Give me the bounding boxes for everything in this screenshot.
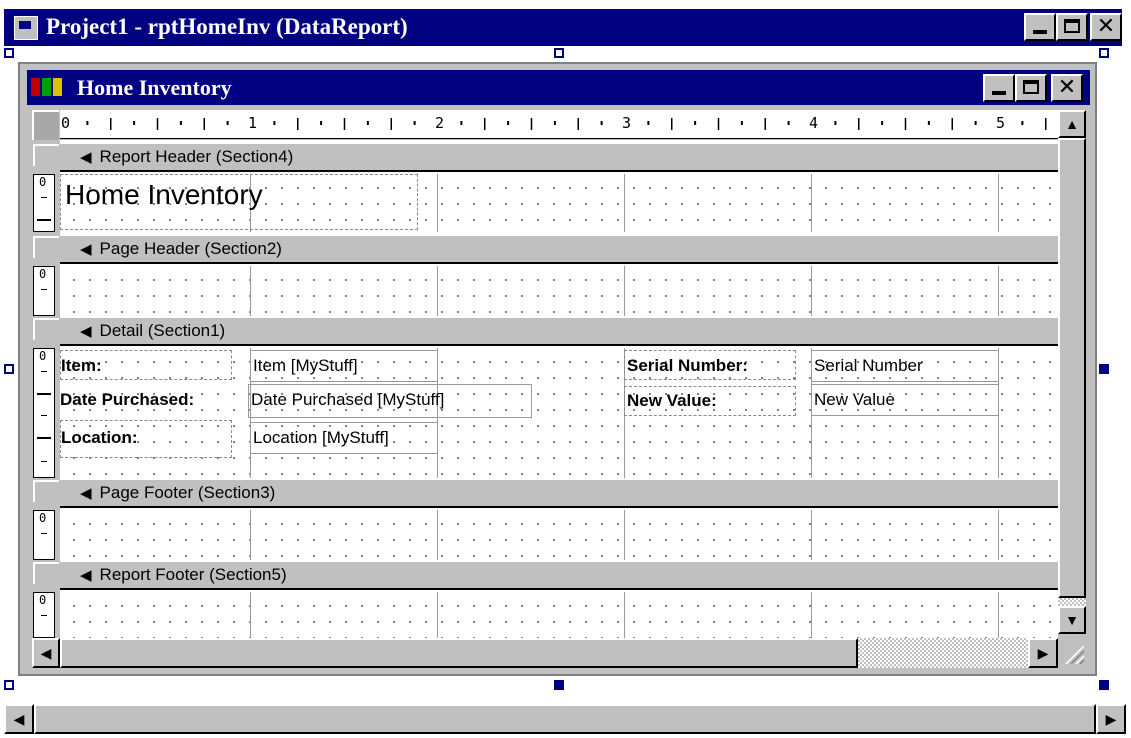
scroll-down-icon: ▼ bbox=[1065, 612, 1079, 628]
scroll-left-icon: ◀ bbox=[40, 645, 52, 661]
outer-horizontal-scrollbar[interactable]: ◀ ▶ bbox=[4, 704, 1126, 734]
scroll-left-button[interactable]: ◀ bbox=[32, 638, 60, 668]
size-grip-icon bbox=[1065, 645, 1085, 665]
report-canvas: ◀ Report Header (Section4) Home Inventory… bbox=[60, 140, 1058, 638]
inner-minimize-button[interactable] bbox=[983, 74, 1015, 102]
outer-maximize-button[interactable] bbox=[1056, 13, 1088, 41]
vertical-ruler-report-footer: 0 bbox=[33, 592, 55, 638]
scroll-left-icon: ◀ bbox=[13, 711, 25, 727]
section-body-page-header[interactable] bbox=[60, 266, 1058, 316]
resize-handle-right[interactable] bbox=[1099, 364, 1109, 374]
resize-handle-bottom[interactable] bbox=[554, 680, 564, 690]
ruler-label: 5 bbox=[996, 114, 1005, 132]
report-title-label[interactable]: Home Inventory bbox=[60, 174, 418, 230]
close-icon: ✕ bbox=[1057, 75, 1077, 100]
section-arrow-icon: ◀ bbox=[80, 485, 92, 502]
outer-scroll-left-button[interactable]: ◀ bbox=[4, 704, 34, 734]
vertical-ruler-report-header: 0 bbox=[33, 174, 55, 232]
section-body-page-footer[interactable] bbox=[60, 510, 1058, 560]
minimize-icon bbox=[992, 91, 1006, 95]
scroll-right-button[interactable]: ▶ bbox=[1028, 638, 1058, 668]
resize-handle-left[interactable] bbox=[4, 364, 14, 374]
vertical-scroll-thumb[interactable] bbox=[1058, 138, 1086, 598]
section-label: Detail (Section1) bbox=[99, 321, 226, 340]
report-icon[interactable] bbox=[31, 78, 65, 96]
outer-close-button[interactable]: ✕ bbox=[1090, 13, 1122, 41]
section-body-report-header[interactable]: Home Inventory bbox=[60, 174, 1058, 232]
section-grip-report-header[interactable] bbox=[33, 144, 59, 166]
section-label: Page Header (Section2) bbox=[99, 239, 282, 258]
section-grip-detail[interactable] bbox=[33, 318, 59, 340]
section-body-report-footer[interactable] bbox=[60, 592, 1058, 638]
section-arrow-icon: ◀ bbox=[80, 323, 92, 340]
maximize-icon bbox=[1064, 19, 1080, 33]
section-bar-page-footer[interactable]: ◀ Page Footer (Section3) bbox=[60, 480, 1058, 508]
new-value-field[interactable]: New Value bbox=[811, 384, 999, 416]
scroll-right-icon: ▶ bbox=[1037, 645, 1049, 661]
inner-window-title: Home Inventory bbox=[77, 75, 232, 100]
horizontal-ruler: 0 1 2 3 4 5 bbox=[60, 110, 1058, 139]
section-label: Report Footer (Section5) bbox=[99, 565, 287, 584]
outer-window-title: Project1 - rptHomeInv (DataReport) bbox=[46, 14, 408, 39]
inner-maximize-button[interactable] bbox=[1015, 74, 1047, 102]
resize-handle-bottom-left[interactable] bbox=[4, 680, 14, 690]
outer-title-bar[interactable]: Project1 - rptHomeInv (DataReport) ✕ bbox=[4, 9, 1122, 46]
ruler-label: 0 bbox=[61, 114, 70, 132]
scroll-up-button[interactable]: ▲ bbox=[1058, 110, 1086, 138]
vertical-ruler-page-footer: 0 bbox=[33, 510, 55, 560]
section-grip-report-footer[interactable] bbox=[33, 562, 59, 584]
maximize-icon bbox=[1023, 80, 1039, 94]
vertical-ruler-detail: 0 bbox=[33, 348, 55, 478]
new-value-label[interactable]: New Value: bbox=[624, 386, 796, 416]
horizontal-scroll-thumb[interactable] bbox=[60, 638, 858, 668]
close-icon: ✕ bbox=[1096, 14, 1116, 39]
section-grip-page-footer[interactable] bbox=[33, 480, 59, 502]
inner-title-bar[interactable]: Home Inventory ✕ bbox=[27, 70, 1090, 105]
resize-handle-bottom-right[interactable] bbox=[1099, 680, 1109, 690]
serial-number-field[interactable]: Serial Number bbox=[811, 350, 999, 382]
date-purchased-label[interactable]: Date Purchased: bbox=[60, 386, 248, 414]
scroll-down-button[interactable]: ▼ bbox=[1058, 606, 1086, 634]
section-arrow-icon: ◀ bbox=[80, 567, 92, 584]
resize-handle-top-right[interactable] bbox=[1099, 48, 1109, 58]
ruler-label: 2 bbox=[435, 114, 444, 132]
section-label: Page Footer (Section3) bbox=[99, 483, 276, 502]
section-arrow-icon: ◀ bbox=[80, 241, 92, 258]
section-bar-report-footer[interactable]: ◀ Report Footer (Section5) bbox=[60, 562, 1058, 590]
resize-handle-top[interactable] bbox=[554, 48, 564, 58]
ruler-label: 3 bbox=[622, 114, 631, 132]
inner-horizontal-scrollbar[interactable]: ◀ ▶ bbox=[32, 638, 1058, 668]
ruler-ticks: 0 1 2 3 4 5 bbox=[61, 114, 1047, 132]
ruler-label: 4 bbox=[809, 114, 818, 132]
date-purchased-field[interactable]: Date Purchased [MyStuff] bbox=[248, 384, 532, 418]
section-body-detail[interactable]: Item: Item [MyStuff] Date Purchased: Dat… bbox=[60, 348, 1058, 478]
location-field[interactable]: Location [MyStuff] bbox=[250, 422, 438, 454]
section-bar-report-header[interactable]: ◀ Report Header (Section4) bbox=[60, 144, 1058, 172]
outer-scroll-right-button[interactable]: ▶ bbox=[1096, 704, 1126, 734]
vertical-ruler-page-header: 0 bbox=[33, 266, 55, 316]
inner-close-button[interactable]: ✕ bbox=[1051, 74, 1083, 102]
ruler-label: 1 bbox=[248, 114, 257, 132]
outer-horizontal-scroll-thumb[interactable] bbox=[34, 704, 1096, 734]
item-field[interactable]: Item [MyStuff] bbox=[250, 350, 438, 382]
section-bar-detail[interactable]: ◀ Detail (Section1) bbox=[60, 318, 1058, 346]
item-label[interactable]: Item: bbox=[60, 350, 232, 380]
section-label: Report Header (Section4) bbox=[99, 147, 294, 166]
serial-number-label[interactable]: Serial Number: bbox=[624, 350, 796, 380]
scroll-right-icon: ▶ bbox=[1105, 711, 1117, 727]
section-grip-page-header[interactable] bbox=[33, 236, 59, 258]
section-bar-page-header[interactable]: ◀ Page Header (Section2) bbox=[60, 236, 1058, 264]
inner-vertical-scrollbar[interactable]: ▲ ▼ bbox=[1058, 110, 1086, 642]
resize-handle-top-left[interactable] bbox=[4, 48, 14, 58]
ruler-corner bbox=[32, 110, 59, 140]
size-grip[interactable] bbox=[1058, 638, 1086, 668]
minimize-icon bbox=[1033, 30, 1047, 34]
section-arrow-icon: ◀ bbox=[80, 149, 92, 166]
scroll-up-icon: ▲ bbox=[1065, 116, 1079, 132]
outer-minimize-button[interactable] bbox=[1024, 13, 1056, 41]
vb-app-icon[interactable] bbox=[14, 16, 38, 40]
location-label[interactable]: Location: bbox=[60, 420, 232, 458]
